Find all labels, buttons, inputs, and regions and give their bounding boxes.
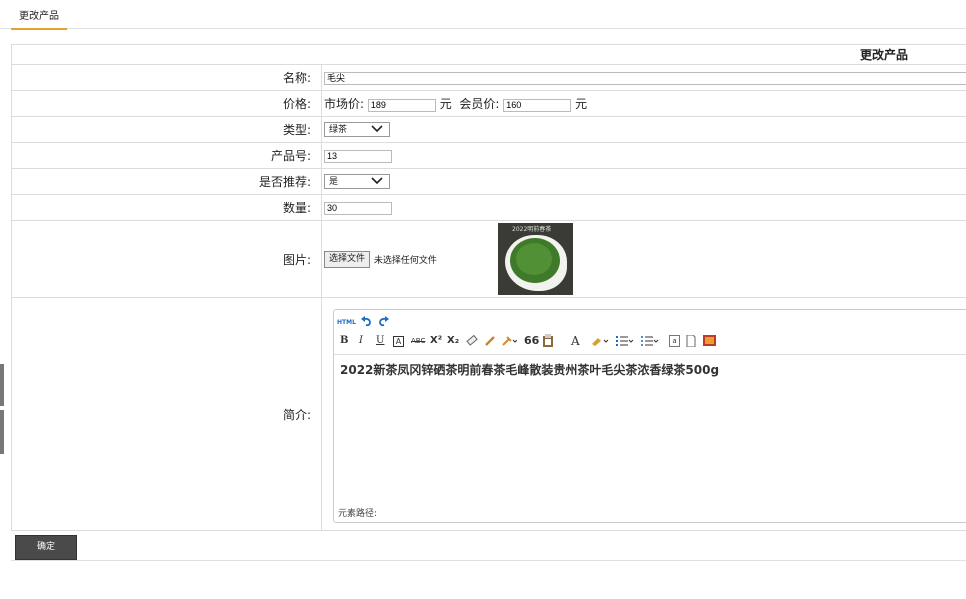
font-color-icon[interactable]: A (571, 334, 580, 348)
subscript-icon[interactable]: X₂ (447, 334, 459, 348)
paste-plain-icon[interactable] (542, 334, 554, 347)
product-no-input[interactable] (324, 150, 392, 163)
anchor-icon[interactable]: a (669, 335, 680, 347)
format-brush-icon[interactable] (484, 335, 496, 347)
superscript-icon[interactable]: X² (430, 334, 442, 348)
submit-button[interactable]: 确定 (15, 535, 77, 560)
recommend-select[interactable]: 是 (324, 174, 390, 189)
rich-text-editor[interactable]: HTML B I U A ABC X² X₂ 66 A a 2022新茶凤冈锌硒… (333, 309, 966, 523)
name-input[interactable] (324, 72, 966, 85)
undo-icon[interactable] (361, 316, 372, 327)
recommend-select-value: 是 (329, 177, 339, 187)
chevron-down-icon (371, 177, 383, 185)
side-handle-bottom[interactable] (0, 410, 4, 454)
italic-icon[interactable]: I (359, 334, 363, 348)
ordered-list-icon[interactable] (616, 335, 634, 347)
recommend-label: 是否推荐: (11, 168, 322, 195)
price-fields: 市场价: 元 会员价: 元 (321, 90, 966, 117)
choose-file-button[interactable]: 选择文件 (324, 250, 371, 268)
border-icon[interactable]: A (393, 336, 404, 347)
product-image: 2022明前春茶 (498, 223, 573, 295)
image-caption: 2022明前春茶 (512, 226, 552, 233)
quantity-label: 数量: (11, 194, 322, 221)
market-price-input[interactable] (367, 99, 436, 112)
price-label: 价格: (11, 90, 322, 117)
toolbar-divider (334, 354, 966, 355)
market-price-label: 市场价: (324, 97, 365, 111)
blockquote-icon[interactable]: 66 (524, 334, 539, 348)
eraser-icon[interactable] (466, 335, 478, 347)
intro-label: 简介: (11, 297, 322, 531)
html-icon[interactable]: HTML (337, 316, 356, 330)
editor-content[interactable]: 2022新茶凤冈锌硒茶明前春茶毛峰散装贵州茶叶毛尖茶浓香绿茶500g (340, 361, 719, 378)
product-no-label: 产品号: (11, 142, 322, 169)
redo-icon[interactable] (378, 316, 389, 327)
type-select-value: 绿茶 (329, 125, 348, 135)
underline-icon[interactable]: U (376, 334, 384, 348)
auto-format-icon[interactable] (501, 335, 517, 347)
quantity-input[interactable] (324, 202, 392, 215)
type-label: 类型: (11, 116, 322, 143)
member-price-label: 会员价: (459, 97, 500, 111)
type-select[interactable]: 绿茶 (324, 122, 390, 137)
name-label: 名称: (11, 64, 322, 91)
tab-bar: 更改产品 (0, 0, 966, 30)
market-price-unit: 元 (439, 97, 452, 111)
side-handle-top[interactable] (0, 364, 4, 406)
bold-icon[interactable]: B (340, 334, 348, 348)
chevron-down-icon (371, 125, 383, 133)
strikethrough-icon[interactable]: ABC (411, 334, 425, 348)
editor-path-label: 元素路径: (338, 509, 378, 519)
image-label: 图片: (11, 220, 322, 298)
member-price-unit: 元 (575, 97, 588, 111)
form-title: 更改产品 (11, 44, 966, 65)
image-icon[interactable] (703, 335, 716, 346)
bottom-divider (11, 560, 966, 561)
tab-edit-product[interactable]: 更改产品 (11, 8, 67, 30)
no-file-text: 未选择任何文件 (373, 255, 437, 266)
unordered-list-icon[interactable] (641, 335, 659, 347)
highlight-icon[interactable] (591, 335, 609, 347)
member-price-input[interactable] (503, 99, 572, 112)
new-doc-icon[interactable] (686, 335, 696, 347)
